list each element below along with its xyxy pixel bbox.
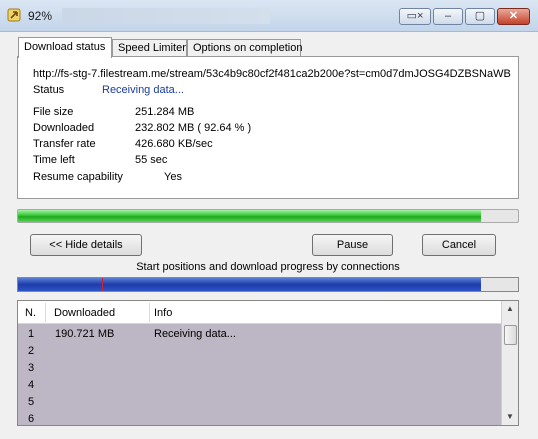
row-info: Receiving data... xyxy=(154,328,236,340)
minimize-icon: – xyxy=(444,10,452,22)
row-number: 3 xyxy=(28,362,35,374)
table-row[interactable]: 4 xyxy=(18,377,502,394)
row-number: 4 xyxy=(28,379,35,391)
minimize-button[interactable]: – xyxy=(433,8,463,25)
maximize-button[interactable]: ▢ xyxy=(465,8,495,25)
title-bar: 92% ▭× – ▢ ✕ xyxy=(0,0,538,32)
tab-options-on-completion[interactable]: Options on completion xyxy=(187,39,302,57)
resume-capability-value: Yes xyxy=(164,171,182,183)
resume-capability-label: Resume capability xyxy=(33,171,123,183)
tab-speed-limiter[interactable]: Speed Limiter xyxy=(112,39,187,57)
column-separator xyxy=(45,303,46,322)
connections-list[interactable]: N. Downloaded Info 1 190.721 MB Receivin… xyxy=(17,300,519,426)
connections-progress-fill xyxy=(18,278,482,291)
connections-list-header: N. Downloaded Info xyxy=(18,301,502,324)
window-title: 92% xyxy=(28,9,53,23)
table-row[interactable]: 1 190.721 MB Receiving data... xyxy=(18,326,502,343)
status-value: Receiving data... xyxy=(102,84,184,96)
connections-progress-bar xyxy=(17,277,519,292)
column-separator xyxy=(149,303,150,322)
download-status-panel: http://fs-stg-7.filestream.me/stream/53c… xyxy=(17,56,519,199)
pause-button[interactable]: Pause xyxy=(312,234,393,256)
file-size-value: 251.284 MB xyxy=(135,106,195,118)
title-blurred-filename xyxy=(62,8,270,24)
row-number: 2 xyxy=(28,345,35,357)
close-icon: ✕ xyxy=(508,10,519,22)
tray-icon: ▭× xyxy=(406,10,424,22)
scroll-up-icon[interactable]: ▲ xyxy=(502,301,518,317)
cancel-button[interactable]: Cancel xyxy=(422,234,496,256)
time-left-value: 55 sec xyxy=(135,154,168,166)
close-button[interactable]: ✕ xyxy=(497,8,530,25)
download-url: http://fs-stg-7.filestream.me/stream/53c… xyxy=(33,68,511,80)
file-size-label: File size xyxy=(33,106,74,118)
hide-details-button[interactable]: << Hide details xyxy=(30,234,142,256)
time-left-label: Time left xyxy=(33,154,75,166)
vertical-scrollbar[interactable]: ▲ ▼ xyxy=(501,301,518,425)
status-label: Status xyxy=(33,84,65,96)
downloaded-value: 232.802 MB ( 92.64 % ) xyxy=(135,122,252,134)
row-downloaded: 190.721 MB xyxy=(55,328,115,340)
downloaded-label: Downloaded xyxy=(33,122,95,134)
download-arrow-icon xyxy=(7,8,21,22)
connection-start-marker xyxy=(102,278,103,291)
connections-label: Start positions and download progress by… xyxy=(136,261,400,273)
row-number: 1 xyxy=(28,328,35,340)
table-row[interactable]: 3 xyxy=(18,360,502,377)
download-progress-fill xyxy=(18,210,482,222)
table-row[interactable]: 2 xyxy=(18,343,502,360)
table-row[interactable]: 6 xyxy=(18,411,502,425)
scrollbar-thumb[interactable] xyxy=(504,325,517,345)
maximize-icon: ▢ xyxy=(474,10,486,22)
row-number: 6 xyxy=(28,413,35,425)
column-header-number[interactable]: N. xyxy=(25,307,36,319)
table-row[interactable]: 5 xyxy=(18,394,502,411)
transfer-rate-label: Transfer rate xyxy=(33,138,96,150)
transfer-rate-value: 426.680 KB/sec xyxy=(135,138,213,150)
minimize-to-tray-button[interactable]: ▭× xyxy=(399,8,431,25)
scroll-down-icon[interactable]: ▼ xyxy=(502,409,518,425)
download-progress-bar xyxy=(17,209,519,223)
row-number: 5 xyxy=(28,396,35,408)
column-header-info[interactable]: Info xyxy=(154,307,172,319)
tab-download-status[interactable]: Download status xyxy=(18,37,112,58)
column-header-downloaded[interactable]: Downloaded xyxy=(54,307,115,319)
